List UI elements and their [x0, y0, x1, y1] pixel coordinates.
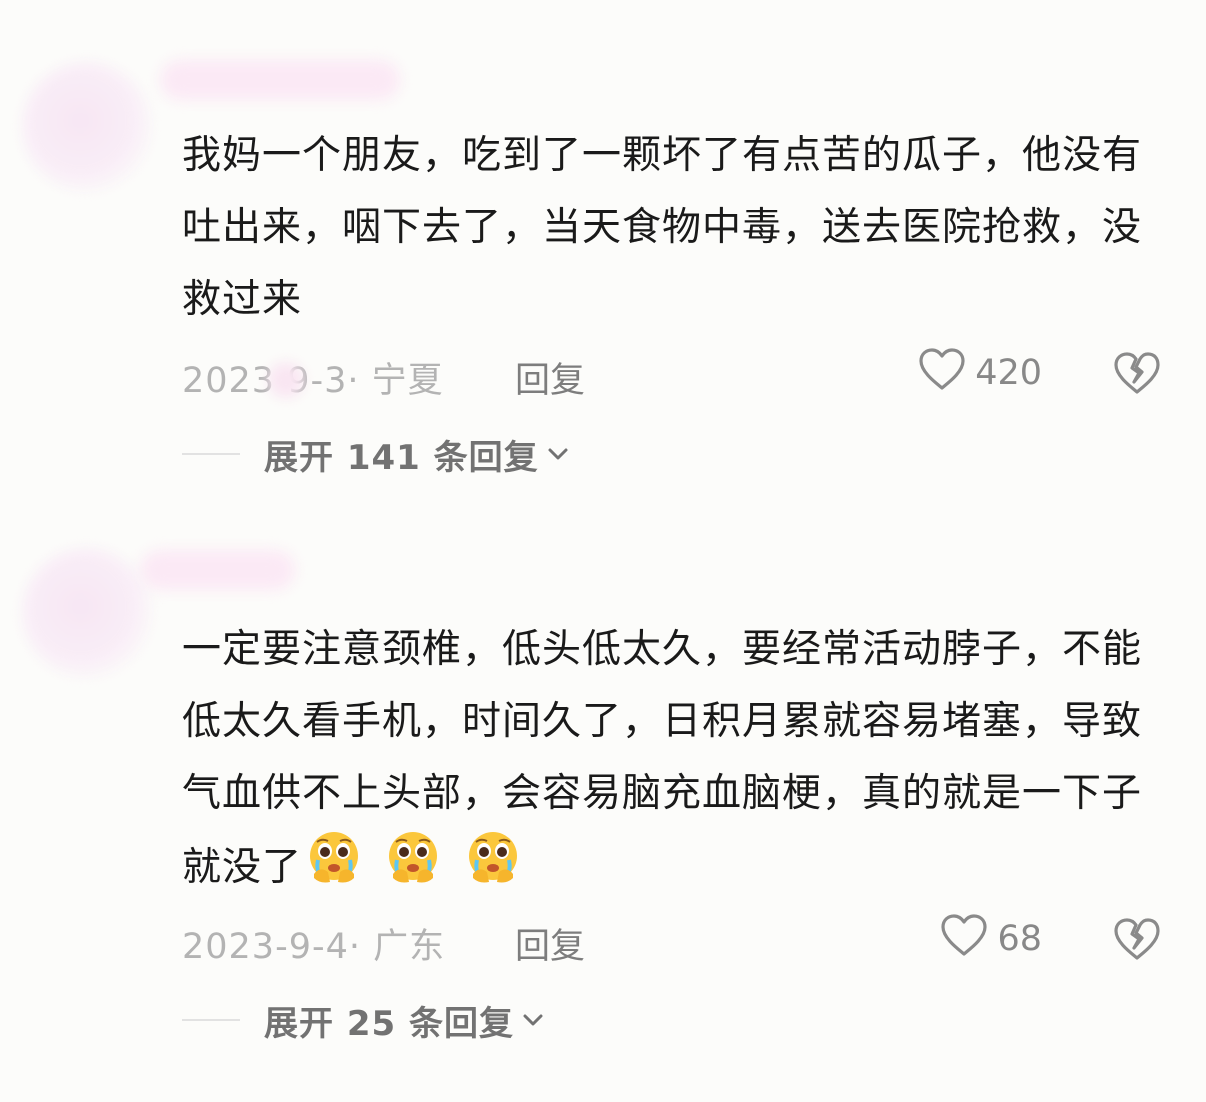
heart-outline-icon [939, 912, 989, 967]
broken-heart-icon [1114, 918, 1160, 960]
like-count: 68 [997, 919, 1042, 959]
comment-text: 一定要注意颈椎，低头低太久，要经常活动脖子，不能低太久看手机，时间久了，日积月累… [182, 614, 1157, 910]
reply-button[interactable]: 回复 [515, 918, 585, 969]
comment-meta: 2023 9-3· 宁夏 回复 420 [182, 346, 1162, 401]
comment-item: 我妈一个朋友，吃到了一颗坏了有点苦的瓜子，他没有吐出来，咽下去了，当天食物中毒，… [0, 0, 1206, 500]
reply-button[interactable]: 回复 [515, 352, 585, 403]
heart-outline-icon [917, 346, 967, 401]
dislike-button[interactable] [1112, 348, 1162, 407]
dislike-button[interactable] [1112, 914, 1162, 973]
pleading-crying-emoji [306, 830, 362, 886]
expand-replies-label: 展开 25 条回复 [264, 1003, 514, 1044]
pleading-crying-emoji [465, 830, 521, 886]
expand-replies-button[interactable]: 展开 25 条回复 [182, 996, 544, 1044]
chevron-down-icon [547, 446, 569, 466]
divider [182, 453, 240, 455]
like-count: 420 [975, 353, 1042, 393]
comment-text: 我妈一个朋友，吃到了一颗坏了有点苦的瓜子，他没有吐出来，咽下去了，当天食物中毒，… [182, 133, 1143, 322]
like-button[interactable]: 420 [917, 346, 1042, 401]
expand-replies-button[interactable]: 展开 141 条回复 [182, 430, 569, 478]
like-button[interactable]: 68 [939, 912, 1042, 967]
blur-mask [268, 362, 304, 398]
comment-meta: 2023-9-4· 广东 回复 68 [182, 912, 1162, 967]
username[interactable] [160, 60, 400, 100]
username[interactable] [140, 550, 295, 590]
emoji-group [306, 830, 531, 910]
divider [182, 1019, 240, 1021]
comment-date-location: 2023 9-3· 宁夏 [182, 361, 444, 401]
chevron-down-icon [522, 1012, 544, 1032]
avatar[interactable] [22, 62, 152, 192]
avatar[interactable] [22, 548, 152, 678]
expand-replies-label: 展开 141 条回复 [264, 437, 539, 478]
pleading-crying-emoji [385, 830, 441, 886]
comment-item: 一定要注意颈椎，低头低太久，要经常活动脖子，不能低太久看手机，时间久了，日积月累… [0, 520, 1206, 1080]
comment-date-location: 2023-9-4· 广东 [182, 927, 446, 967]
broken-heart-icon [1114, 352, 1160, 394]
